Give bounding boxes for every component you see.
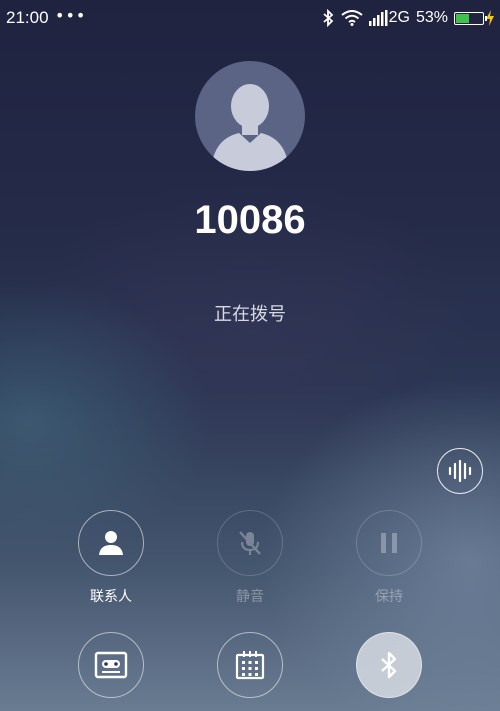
mic-off-icon: [239, 531, 261, 555]
phone-number: 10086: [194, 198, 306, 242]
battery-percent: 53%: [415, 9, 448, 26]
contacts-label: 联系人: [90, 589, 132, 605]
mute-button[interactable]: [217, 510, 283, 576]
status-bar: 21:00 ••• 2G 53%: [0, 0, 500, 36]
more-notifications-icon: •••: [55, 6, 87, 25]
pause-icon: [381, 533, 397, 553]
bluetooth-icon: [323, 9, 333, 27]
hold-button[interactable]: [356, 510, 422, 576]
record-icon: [94, 651, 128, 679]
call-status: 正在拨号: [214, 304, 286, 325]
status-icons: 2G 53%: [321, 6, 494, 30]
charging-icon: [486, 10, 494, 26]
hold-label: 保持: [375, 589, 403, 605]
record-button[interactable]: [78, 632, 144, 698]
bluetooth-icon: [381, 651, 397, 679]
keypad-button[interactable]: [217, 632, 283, 698]
network-type: 2G: [388, 9, 410, 26]
bluetooth-audio-button[interactable]: [356, 632, 422, 698]
keypad-icon: [235, 651, 265, 680]
contact-icon: [99, 531, 123, 555]
status-time: 21:00: [6, 8, 49, 27]
signal-icon: [368, 10, 388, 26]
contact-avatar: [195, 61, 305, 171]
voice-wave-icon: [448, 459, 472, 483]
voice-assistant-button[interactable]: [437, 448, 483, 494]
wifi-icon: [341, 10, 363, 26]
battery-level: [456, 13, 469, 23]
contacts-button[interactable]: [78, 510, 144, 576]
person-silhouette-icon: [211, 84, 289, 171]
battery-icon: [454, 11, 487, 25]
mute-label: 静音: [236, 589, 264, 605]
